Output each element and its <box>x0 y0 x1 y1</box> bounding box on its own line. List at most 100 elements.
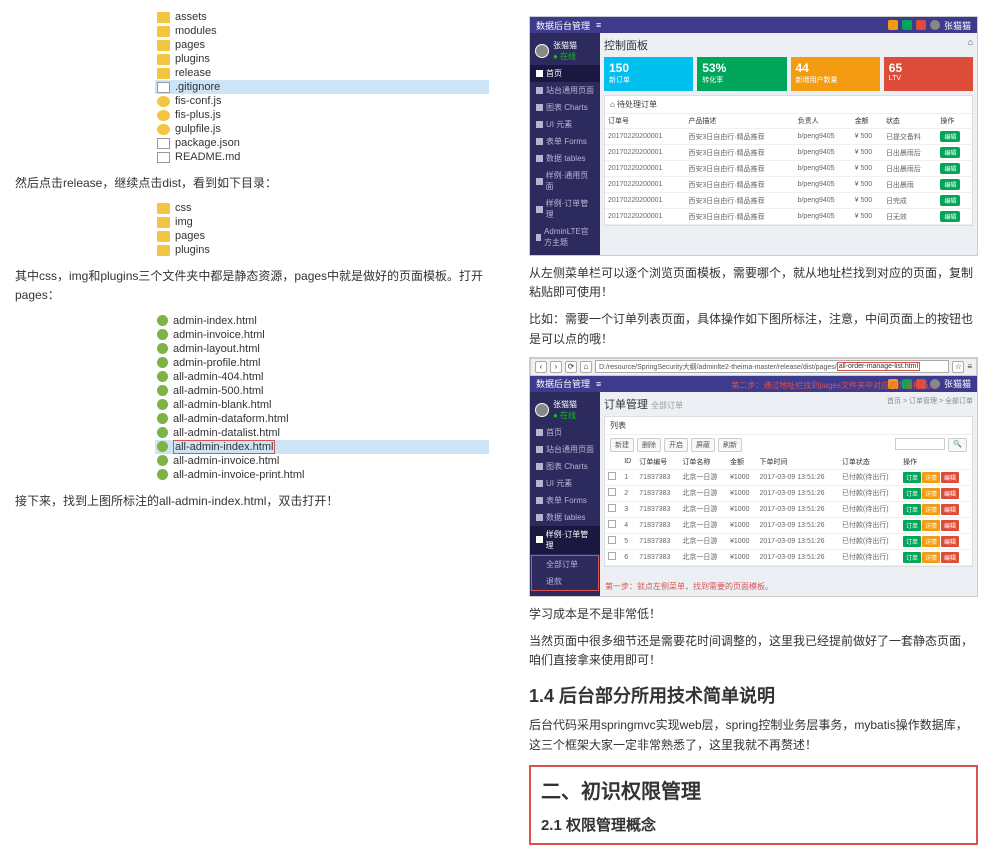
tree-item[interactable]: package.json <box>155 136 489 150</box>
tree-item[interactable]: fis-plus.js <box>155 108 489 122</box>
mail-icon[interactable] <box>888 20 898 30</box>
column-header[interactable]: ID <box>621 455 636 470</box>
action-button[interactable]: 订单 <box>903 488 921 499</box>
checkbox[interactable] <box>608 472 616 480</box>
tree-item[interactable]: all-admin-index.html <box>155 440 489 454</box>
tree-item[interactable]: admin-layout.html <box>155 342 489 356</box>
sidebar-item[interactable]: 站台通用页面 <box>530 82 600 99</box>
checkbox[interactable] <box>608 552 616 560</box>
tree-item[interactable]: plugins <box>155 243 489 257</box>
tree-item[interactable]: pages <box>155 229 489 243</box>
tree-item[interactable]: all-admin-dataform.html <box>155 412 489 426</box>
action-button[interactable]: 订单 <box>903 520 921 531</box>
sidebar-item[interactable]: 数据 tables <box>530 509 600 526</box>
column-header[interactable]: 金额 <box>727 455 757 470</box>
sidebar-item[interactable]: 样例·订单管理 <box>530 526 600 554</box>
sidebar-item[interactable]: 表单 Forms <box>530 492 600 509</box>
toolbar-button[interactable]: 新建 <box>610 438 634 452</box>
tree-item[interactable]: all-admin-invoice.html <box>155 454 489 468</box>
action-button[interactable]: 详情 <box>922 552 940 563</box>
search-input[interactable] <box>895 438 945 450</box>
column-header[interactable]: 下单时间 <box>757 455 839 470</box>
toolbar-button[interactable]: 删除 <box>637 438 661 452</box>
action-button[interactable]: 订单 <box>903 504 921 515</box>
menu-icon[interactable]: ≡ <box>967 362 972 371</box>
tree-item[interactable]: img <box>155 215 489 229</box>
tree-item[interactable]: fis-conf.js <box>155 94 489 108</box>
sidebar-item[interactable]: 全部订单 <box>532 556 598 573</box>
toolbar-button[interactable]: 开启 <box>664 438 688 452</box>
toolbar-button[interactable]: 屏蔽 <box>691 438 715 452</box>
tree-item[interactable]: plugins <box>155 52 489 66</box>
tree-item[interactable]: admin-invoice.html <box>155 328 489 342</box>
tree-item[interactable]: all-admin-invoice-print.html <box>155 468 489 482</box>
search-button[interactable]: 🔍 <box>948 438 967 452</box>
tree-item[interactable]: all-admin-blank.html <box>155 398 489 412</box>
action-button[interactable]: 编辑 <box>941 504 959 515</box>
action-button[interactable]: 订单 <box>903 536 921 547</box>
forward-button[interactable]: › <box>550 361 562 373</box>
flag-icon[interactable] <box>916 20 926 30</box>
sidebar-item[interactable]: 图表 Charts <box>530 458 600 475</box>
checkbox[interactable] <box>608 536 616 544</box>
refresh-button[interactable]: ⟳ <box>565 361 577 373</box>
tree-item[interactable]: README.md <box>155 150 489 164</box>
checkbox[interactable] <box>608 520 616 528</box>
header-username[interactable]: 张猫猫 <box>944 19 971 32</box>
column-header[interactable]: 订单编号 <box>636 455 679 470</box>
toolbar-button[interactable]: 刷新 <box>718 438 742 452</box>
action-button[interactable]: 详情 <box>922 488 940 499</box>
sidebar-item[interactable]: 退款 <box>532 573 598 590</box>
action-button[interactable]: 编辑 <box>941 488 959 499</box>
user-avatar-icon[interactable] <box>930 20 940 30</box>
sidebar-item[interactable]: 样例·通用页面 <box>530 167 600 195</box>
url-input[interactable]: D:/resource/SpringSecurity大纲/adminlte2-t… <box>595 360 949 373</box>
home-button[interactable]: ⌂ <box>580 361 592 373</box>
action-button[interactable]: 详情 <box>922 472 940 483</box>
action-button[interactable]: 编辑 <box>941 520 959 531</box>
action-button[interactable]: 订单 <box>903 472 921 483</box>
menu-toggle-icon[interactable]: ≡ <box>596 379 601 389</box>
action-button[interactable]: 订单 <box>903 552 921 563</box>
header-username[interactable]: 张猫猫 <box>944 377 971 390</box>
stat-card[interactable]: 65LTV <box>884 57 973 91</box>
tree-item[interactable]: all-admin-404.html <box>155 370 489 384</box>
edit-button[interactable]: 编辑 <box>940 195 960 206</box>
menu-toggle-icon[interactable]: ≡ <box>596 20 601 30</box>
tree-item[interactable]: admin-profile.html <box>155 356 489 370</box>
sidebar-item[interactable]: 图表 Charts <box>530 99 600 116</box>
back-button[interactable]: ‹ <box>535 361 547 373</box>
sidebar-item[interactable]: UI 元素 <box>530 116 600 133</box>
edit-button[interactable]: 编辑 <box>940 147 960 158</box>
stat-card[interactable]: 44新增用户数量 <box>791 57 880 91</box>
column-header[interactable]: 操作 <box>900 455 972 470</box>
tree-item[interactable]: modules <box>155 24 489 38</box>
action-button[interactable]: 编辑 <box>941 536 959 547</box>
tree-item[interactable]: all-admin-datalist.html <box>155 426 489 440</box>
column-header[interactable] <box>605 455 621 470</box>
action-button[interactable]: 详情 <box>922 536 940 547</box>
action-button[interactable]: 详情 <box>922 504 940 515</box>
tree-item[interactable]: assets <box>155 10 489 24</box>
action-button[interactable]: 详情 <box>922 520 940 531</box>
sidebar-item[interactable]: 首页 <box>530 424 600 441</box>
sidebar-item[interactable]: 样例·订单管理 <box>530 195 600 223</box>
edit-button[interactable]: 编辑 <box>940 163 960 174</box>
tree-item[interactable]: pages <box>155 38 489 52</box>
tree-item[interactable]: release <box>155 66 489 80</box>
action-button[interactable]: 编辑 <box>941 472 959 483</box>
tree-item[interactable]: gulpfile.js <box>155 122 489 136</box>
column-header[interactable]: 订单状态 <box>839 455 900 470</box>
edit-button[interactable]: 编辑 <box>940 131 960 142</box>
bell-icon[interactable] <box>902 20 912 30</box>
home-icon[interactable]: ⌂ <box>968 37 973 53</box>
column-header[interactable]: 订单名称 <box>679 455 727 470</box>
sidebar-item[interactable]: 表单 Forms <box>530 133 600 150</box>
checkbox[interactable] <box>608 488 616 496</box>
sidebar-item[interactable]: 站台通用页面 <box>530 441 600 458</box>
sidebar-item[interactable]: AdminLTE官方主题 <box>530 223 600 251</box>
tree-item[interactable]: all-admin-500.html <box>155 384 489 398</box>
tree-item[interactable]: .gitignore <box>155 80 489 94</box>
action-button[interactable]: 编辑 <box>941 552 959 563</box>
sidebar-item[interactable]: 数据 tables <box>530 150 600 167</box>
